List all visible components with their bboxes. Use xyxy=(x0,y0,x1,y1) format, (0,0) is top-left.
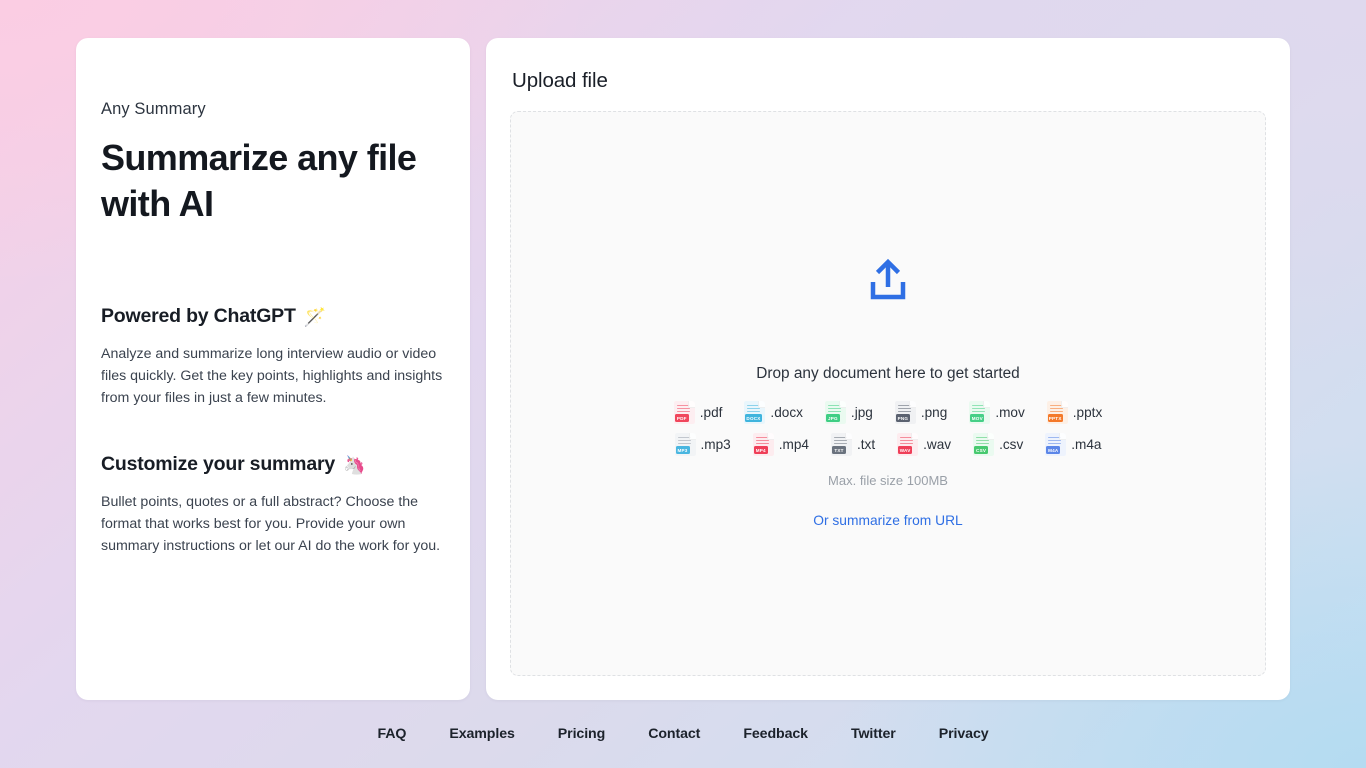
footer-link-privacy[interactable]: Privacy xyxy=(939,726,989,742)
filetype-pptx: PPTX .pptx xyxy=(1047,401,1102,424)
filetype-jpg: JPG .jpg xyxy=(825,401,873,424)
file-txt-icon: TXT xyxy=(831,433,852,456)
file-m4a-icon: M4A xyxy=(1045,433,1066,456)
file-pptx-icon: PPTX xyxy=(1047,401,1068,424)
filetype-label: .txt xyxy=(857,437,875,452)
feature-body: Analyze and summarize long interview aud… xyxy=(101,343,445,409)
dropzone-instruction: Drop any document here to get started xyxy=(756,365,1020,383)
file-wav-icon: WAV xyxy=(897,433,918,456)
footer-link-pricing[interactable]: Pricing xyxy=(558,726,605,742)
file-docx-icon: DOCX xyxy=(744,401,765,424)
filetype-label: .mov xyxy=(995,405,1024,420)
filetype-label: .pdf xyxy=(700,405,723,420)
upload-panel: Upload file Drop any document here to ge… xyxy=(486,38,1290,700)
filetype-label: .m4a xyxy=(1071,437,1101,452)
filetype-docx: DOCX .docx xyxy=(744,401,803,424)
feature-heading-text: Customize your summary xyxy=(101,453,335,476)
footer-link-contact[interactable]: Contact xyxy=(648,726,700,742)
feature-powered-by-chatgpt: Powered by ChatGPT 🪄 Analyze and summari… xyxy=(101,305,445,409)
filetype-csv: CSV .csv xyxy=(973,433,1023,456)
filetype-label: .jpg xyxy=(851,405,873,420)
footer-link-faq[interactable]: FAQ xyxy=(377,726,406,742)
filetype-m4a: M4A .m4a xyxy=(1045,433,1101,456)
feature-heading-text: Powered by ChatGPT xyxy=(101,305,296,328)
info-panel: Any Summary Summarize any file with AI P… xyxy=(76,38,470,700)
feature-customize-your-summary: Customize your summary 🦄 Bullet points, … xyxy=(101,453,445,557)
filetype-label: .png xyxy=(921,405,947,420)
main-content: Any Summary Summarize any file with AI P… xyxy=(0,0,1366,700)
upload-panel-title: Upload file xyxy=(512,69,1266,93)
summarize-from-url-link[interactable]: Or summarize from URL xyxy=(813,513,962,528)
filetype-label: .mp4 xyxy=(779,437,809,452)
unicorn-emoji: 🦄 xyxy=(343,456,365,474)
footer-link-twitter[interactable]: Twitter xyxy=(851,726,896,742)
feature-heading: Customize your summary 🦄 xyxy=(101,453,445,476)
app-root: Any Summary Summarize any file with AI P… xyxy=(0,0,1366,768)
filetype-label: .csv xyxy=(999,437,1023,452)
brand-name: Any Summary xyxy=(101,100,445,119)
file-pdf-icon: PDF xyxy=(674,401,695,424)
filetype-row: MP3 .mp3 MP4 .mp4 TXT .txt WAV .wav CSV .csv M4A .m… xyxy=(675,433,1102,456)
file-mp4-icon: MP4 xyxy=(753,433,774,456)
filetype-txt: TXT .txt xyxy=(831,433,875,456)
footer-link-examples[interactable]: Examples xyxy=(449,726,514,742)
feature-heading: Powered by ChatGPT 🪄 xyxy=(101,305,445,328)
file-csv-icon: CSV xyxy=(973,433,994,456)
filetype-mov: MOV .mov xyxy=(969,401,1024,424)
upload-arrow-icon xyxy=(867,258,909,307)
filetype-label: .wav xyxy=(923,437,951,452)
file-png-icon: PNG xyxy=(895,401,916,424)
filetype-mp3: MP3 .mp3 xyxy=(675,433,731,456)
filetype-png: PNG .png xyxy=(895,401,947,424)
file-mp3-icon: MP3 xyxy=(675,433,696,456)
max-file-size-note: Max. file size 100MB xyxy=(828,473,948,488)
filetype-row: PDF .pdf DOCX .docx JPG .jpg PNG .png MOV .mov PPT… xyxy=(674,401,1103,424)
filetype-label: .mp3 xyxy=(701,437,731,452)
file-mov-icon: MOV xyxy=(969,401,990,424)
page-title: Summarize any file with AI xyxy=(101,135,445,227)
file-dropzone[interactable]: Drop any document here to get started PD… xyxy=(510,111,1266,676)
magic-wand-emoji: 🪄 xyxy=(304,308,326,326)
feature-body: Bullet points, quotes or a full abstract… xyxy=(101,491,445,557)
footer-link-feedback[interactable]: Feedback xyxy=(743,726,808,742)
filetype-mp4: MP4 .mp4 xyxy=(753,433,809,456)
footer-nav: FAQ Examples Pricing Contact Feedback Twitter… xyxy=(0,700,1366,768)
filetype-label: .pptx xyxy=(1073,405,1102,420)
supported-filetypes: PDF .pdf DOCX .docx JPG .jpg PNG .png MOV .mov PPT… xyxy=(674,401,1103,456)
file-jpg-icon: JPG xyxy=(825,401,846,424)
filetype-pdf: PDF .pdf xyxy=(674,401,723,424)
filetype-wav: WAV .wav xyxy=(897,433,951,456)
filetype-label: .docx xyxy=(770,405,803,420)
